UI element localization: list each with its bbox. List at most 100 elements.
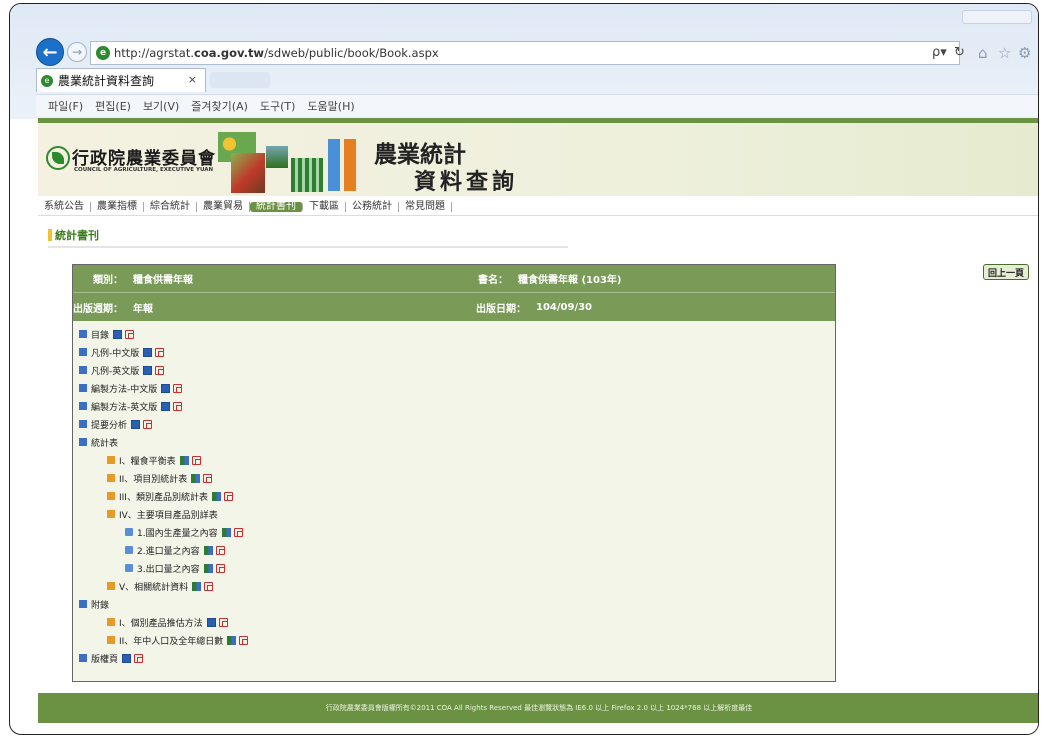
tree-item[interactable]: 編製方法-中文版: [79, 381, 183, 395]
menu-file[interactable]: 파일(F): [48, 98, 83, 114]
tree-item-label[interactable]: I、個別產品推估方法: [119, 616, 203, 629]
favorites-star-icon[interactable]: ☆: [998, 44, 1011, 62]
tree-item[interactable]: 凡例-中文版: [79, 345, 165, 359]
tree-item[interactable]: 提要分析: [79, 417, 153, 431]
tree-bullet-icon: [79, 654, 87, 662]
tree-item[interactable]: V、相關統計資料: [107, 579, 214, 593]
pdf-file-icon[interactable]: [173, 401, 183, 411]
tree-folder[interactable]: IV、主要項目產品別詳表: [107, 507, 218, 521]
excel-file-icon[interactable]: [179, 455, 189, 465]
tree-item[interactable]: 凡例-英文版: [79, 363, 165, 377]
tab-close-icon[interactable]: ×: [188, 73, 197, 86]
tree-folder[interactable]: 附錄: [79, 597, 109, 611]
tree-item-label[interactable]: II、項目別統計表: [119, 472, 187, 485]
pdf-file-icon[interactable]: [218, 617, 228, 627]
tree-item[interactable]: 編製方法-英文版: [79, 399, 183, 413]
word-file-icon[interactable]: [143, 365, 153, 375]
excel-file-icon[interactable]: [191, 473, 201, 483]
tree-item[interactable]: I、個別產品推估方法: [107, 615, 228, 629]
pdf-file-icon[interactable]: [204, 581, 214, 591]
tree-item[interactable]: I、糧食平衡表: [107, 453, 201, 467]
nav-official-stats[interactable]: 公務統計: [346, 201, 399, 212]
browser-tab-active[interactable]: e 農業統計資料查詢 ×: [36, 68, 206, 92]
pdf-file-icon[interactable]: [223, 491, 233, 501]
tree-item[interactable]: 3.出口量之內容: [125, 561, 225, 575]
tree-item-label[interactable]: V、相關統計資料: [119, 580, 188, 593]
word-file-icon[interactable]: [206, 617, 216, 627]
window-controls[interactable]: [962, 10, 1032, 24]
pdf-file-icon[interactable]: [191, 455, 201, 465]
tree-item-label[interactable]: 3.出口量之內容: [137, 562, 200, 575]
home-icon[interactable]: ⌂: [978, 44, 988, 62]
word-file-icon[interactable]: [161, 383, 171, 393]
tree-item-label[interactable]: III、類別產品別統計表: [119, 490, 208, 503]
tree-item-label[interactable]: IV、主要項目產品別詳表: [119, 508, 218, 521]
search-icon[interactable]: ρ▾: [932, 45, 947, 60]
excel-file-icon[interactable]: [211, 491, 221, 501]
nav-general-stats[interactable]: 綜合統計: [144, 201, 197, 212]
back-page-button[interactable]: 回上一頁: [983, 264, 1029, 280]
tree-item-label[interactable]: 2.進口量之內容: [137, 544, 200, 557]
tree-item-label[interactable]: II、年中人口及全年總日數: [119, 634, 223, 647]
forward-button[interactable]: →: [67, 42, 87, 62]
nav-publications[interactable]: 統計書刊: [250, 201, 303, 212]
word-file-icon[interactable]: [122, 653, 132, 663]
pdf-file-icon[interactable]: [239, 635, 249, 645]
back-button[interactable]: ←: [36, 38, 64, 66]
tree-item[interactable]: 目錄: [79, 327, 135, 341]
nav-announcements[interactable]: 系統公告: [38, 201, 91, 212]
pdf-file-icon[interactable]: [233, 527, 243, 537]
tree-item-label[interactable]: 編製方法-中文版: [91, 382, 157, 395]
word-file-icon[interactable]: [131, 419, 141, 429]
org-name[interactable]: 行政院農業委員會: [72, 144, 216, 169]
excel-file-icon[interactable]: [203, 563, 213, 573]
word-file-icon[interactable]: [113, 329, 123, 339]
reload-icon[interactable]: ↻: [954, 45, 965, 60]
tree-item[interactable]: 版權頁: [79, 651, 144, 665]
address-bar[interactable]: e http://agrstat. coa.gov.tw/sdweb/public…: [90, 41, 960, 65]
excel-file-icon[interactable]: [221, 527, 231, 537]
pdf-file-icon[interactable]: [134, 653, 144, 663]
pdf-file-icon[interactable]: [155, 365, 165, 375]
menu-view[interactable]: 보기(V): [143, 98, 179, 114]
menu-favorites[interactable]: 즐겨찾기(A): [191, 98, 248, 114]
tree-item-label[interactable]: 凡例-中文版: [91, 346, 139, 359]
coa-logo[interactable]: [46, 146, 70, 170]
nav-downloads[interactable]: 下載區: [303, 201, 346, 212]
excel-file-icon[interactable]: [192, 581, 202, 591]
tree-item[interactable]: II、年中人口及全年總日數: [107, 633, 249, 647]
tree-item-label[interactable]: 版權頁: [91, 652, 118, 665]
word-file-icon[interactable]: [143, 347, 153, 357]
tree-item[interactable]: III、類別產品別統計表: [107, 489, 233, 503]
nav-indicators[interactable]: 農業指標: [91, 201, 144, 212]
nav-faq[interactable]: 常見問題: [399, 201, 452, 212]
menu-tools[interactable]: 도구(T): [260, 98, 296, 114]
tree-item-label[interactable]: 凡例-英文版: [91, 364, 139, 377]
gear-icon[interactable]: ⚙: [1018, 44, 1031, 62]
pdf-file-icon[interactable]: [125, 329, 135, 339]
tree-item-label[interactable]: 目錄: [91, 328, 109, 341]
tree-item-label[interactable]: 1.國內生產量之內容: [137, 526, 218, 539]
tree-item-label[interactable]: 提要分析: [91, 418, 127, 431]
pdf-file-icon[interactable]: [173, 383, 183, 393]
tree-item-label[interactable]: I、糧食平衡表: [119, 454, 176, 467]
tree-folder[interactable]: 統計表: [79, 435, 118, 449]
pdf-file-icon[interactable]: [155, 347, 165, 357]
tree-item[interactable]: 2.進口量之內容: [125, 543, 225, 557]
tree-item-label[interactable]: 編製方法-英文版: [91, 400, 157, 413]
tree-item-label[interactable]: 附錄: [91, 598, 109, 611]
pdf-file-icon[interactable]: [215, 545, 225, 555]
excel-file-icon[interactable]: [227, 635, 237, 645]
tree-item[interactable]: II、項目別統計表: [107, 471, 213, 485]
tree-item-label[interactable]: 統計表: [91, 436, 118, 449]
excel-file-icon[interactable]: [203, 545, 213, 555]
word-file-icon[interactable]: [161, 401, 171, 411]
new-tab-button[interactable]: [210, 72, 270, 88]
menu-help[interactable]: 도움말(H): [307, 98, 354, 114]
pdf-file-icon[interactable]: [143, 419, 153, 429]
nav-trade[interactable]: 農業貿易: [197, 201, 250, 212]
menu-edit[interactable]: 편집(E): [95, 98, 131, 114]
tree-item[interactable]: 1.國內生產量之內容: [125, 525, 243, 539]
pdf-file-icon[interactable]: [203, 473, 213, 483]
pdf-file-icon[interactable]: [215, 563, 225, 573]
